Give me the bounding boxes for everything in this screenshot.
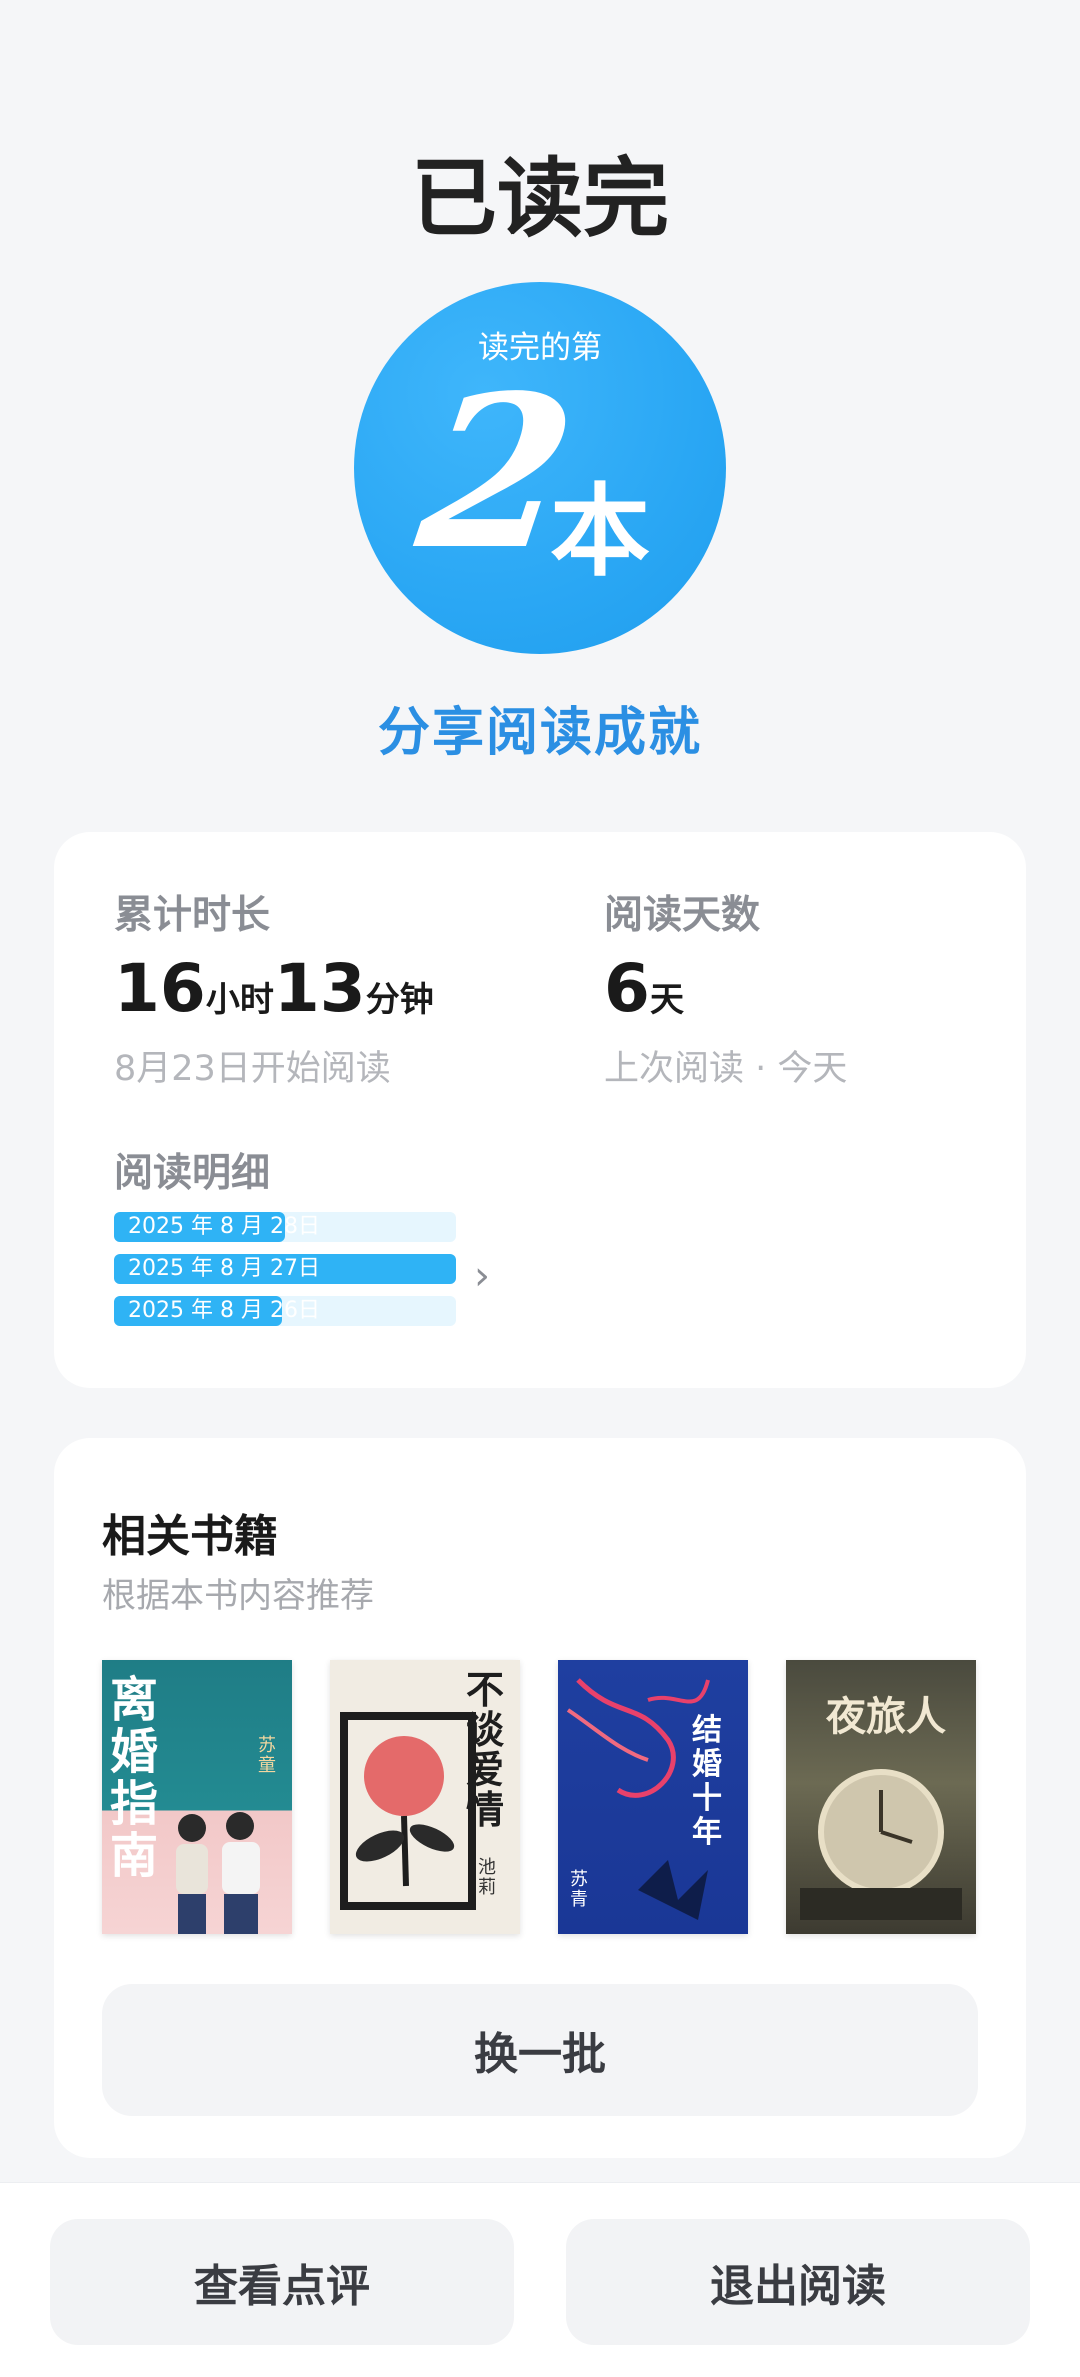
refresh-batch-button[interactable]: 换一批	[102, 1984, 978, 2116]
detail-row: 2025 年 8 月 26日	[114, 1296, 456, 1326]
days-unit: 天	[649, 980, 684, 1020]
couple-illustration-icon	[176, 1812, 260, 1934]
book-cover[interactable]: 夜旅人	[786, 1660, 976, 1934]
reading-details-label: 阅读明细	[114, 1151, 271, 1196]
bottom-action-bar: 查看点评 退出阅读	[0, 2182, 1080, 2377]
share-achievement-link[interactable]: 分享阅读成就	[0, 690, 1080, 765]
detail-bar: 2025 年 8 月 27日	[114, 1254, 456, 1284]
badge-unit: 本	[550, 473, 650, 590]
book-author: 苏青	[570, 1869, 588, 1910]
detail-bar: 2025 年 8 月 26日	[114, 1296, 320, 1326]
detail-row: 2025 年 8 月 28日	[114, 1212, 456, 1242]
exit-reading-button[interactable]: 退出阅读	[566, 2219, 1030, 2345]
view-reviews-button[interactable]: 查看点评	[50, 2219, 514, 2345]
hours-value: 16	[114, 950, 206, 1027]
reading-days-label: 阅读天数	[604, 893, 761, 938]
total-time-label: 累计时长	[114, 893, 271, 938]
related-books-card: 相关书籍 根据本书内容推荐 离婚指南 苏童 不谈爱情 池莉 结婚十年 苏青 夜旅…	[54, 1438, 1026, 2158]
book-title: 夜旅人	[826, 1693, 946, 1740]
related-books-title: 相关书籍	[102, 1511, 278, 1562]
chevron-right-icon[interactable]: ›	[474, 1253, 490, 1299]
achievement-badge[interactable]: 读完的第 2 本	[354, 282, 726, 654]
detail-row: 2025 年 8 月 27日	[114, 1254, 456, 1284]
detail-bar: 2025 年 8 月 28日	[114, 1212, 320, 1242]
last-read-text: 上次阅读 · 今天	[604, 1049, 848, 1089]
book-cover[interactable]: 结婚十年 苏青	[558, 1660, 748, 1934]
book-author: 苏童	[258, 1735, 276, 1776]
book-cover[interactable]: 不谈爱情 池莉	[330, 1660, 520, 1934]
minutes-value: 13	[273, 950, 366, 1027]
total-time-value: 16小时13分钟	[114, 950, 434, 1027]
reading-days-value: 6天	[604, 950, 684, 1027]
start-date-text: 8月23日开始阅读	[114, 1049, 391, 1089]
related-books-subtitle: 根据本书内容推荐	[102, 1576, 374, 1616]
book-author: 池莉	[478, 1857, 496, 1898]
minutes-unit: 分钟	[365, 980, 434, 1020]
page-title: 已读完	[411, 148, 669, 249]
book-title: 离婚指南	[110, 1672, 159, 1884]
reading-stats-card: 累计时长 16小时13分钟 8月23日开始阅读 阅读天数 6天 上次阅读 · 今…	[54, 832, 1026, 1388]
hours-unit: 小时	[205, 980, 274, 1020]
clock-illustration-icon	[800, 1769, 962, 1920]
days-value: 6	[604, 950, 650, 1027]
flower-illustration-icon	[340, 1712, 476, 1910]
book-title: 结婚十年	[692, 1713, 722, 1850]
book-cover[interactable]: 离婚指南 苏童	[102, 1660, 292, 1934]
